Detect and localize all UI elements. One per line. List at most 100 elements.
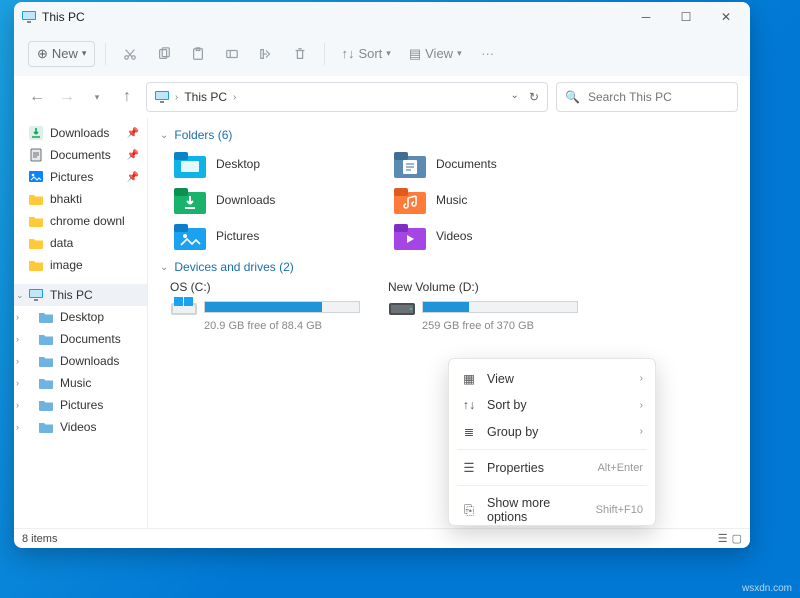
recent-button[interactable]: ▾ [86,86,108,108]
group-icon: ≣ [461,424,477,439]
minimize-button[interactable]: ─ [626,3,666,31]
folder-icon [38,331,54,347]
folder-item-desktop[interactable]: Desktop [170,148,370,180]
sidebar-item-label: This PC [50,288,93,302]
sidebar-item-label: Documents [60,332,121,346]
forward-button[interactable]: → [56,86,78,108]
folder-label: Videos [436,229,472,243]
chevron-right-icon[interactable]: › [16,422,19,432]
sort-button[interactable]: ↑↓ Sort ▾ [335,46,396,61]
address-dropdown-icon[interactable]: ⌄ [511,90,519,104]
chevron-right-icon[interactable]: › [16,400,19,410]
sidebar-item-image[interactable]: image [14,254,147,276]
rename-button[interactable] [218,39,246,69]
drive-item[interactable]: OS (C:) 20.9 GB free of 88.4 GB [170,280,360,332]
folders-group-header[interactable]: ⌄ Folders (6) [160,128,740,142]
details-view-button[interactable]: ☰ [718,532,728,545]
back-button[interactable]: ← [26,86,48,108]
sidebar-item-label: chrome downl [50,214,125,228]
ctx-show-more-options[interactable]: ⎘Show more optionsShift+F10 [455,490,649,530]
folder-item-videos[interactable]: Videos [390,220,590,252]
desktop-folder-icon [174,150,206,178]
ctx-sort-by[interactable]: ↑↓Sort by› [455,392,649,418]
sidebar-item-downloads[interactable]: › Downloads [14,350,147,372]
folder-item-music[interactable]: Music [390,184,590,216]
drives-group-label: Devices and drives (2) [174,260,293,274]
cut-button[interactable] [116,39,144,69]
breadcrumb[interactable]: This PC [184,90,227,104]
refresh-button[interactable]: ↻ [529,90,539,104]
sidebar-item-this-pc[interactable]: ⌄ This PC [14,284,147,306]
folder-icon [38,309,54,325]
close-button[interactable]: ✕ [706,3,746,31]
folder-item-pictures[interactable]: Pictures [170,220,370,252]
drive-icon [388,296,416,318]
folder-icon [28,257,44,273]
chevron-down-icon: ▾ [82,48,87,59]
search-input[interactable] [586,89,729,105]
ctx-item-label: Show more options [487,496,586,524]
sidebar-item-chrome-downl[interactable]: chrome downl [14,210,147,232]
ctx-item-label: Group by [487,425,630,439]
drive-item[interactable]: New Volume (D:) 259 GB free of 370 GB [388,280,578,332]
delete-button[interactable] [286,39,314,69]
more-button[interactable]: ··· [474,39,502,69]
new-button[interactable]: ⊕ New ▾ [28,41,95,67]
window-title: This PC [42,10,85,24]
search-box[interactable]: 🔍 [556,82,738,112]
view-label: View [425,46,453,61]
chevron-right-icon[interactable]: › [16,378,19,388]
folder-icon [28,235,44,251]
sidebar-item-music[interactable]: ›Music [14,372,147,394]
chevron-right-icon: › [640,400,643,411]
folder-icon [28,213,44,229]
folder-label: Pictures [216,229,259,243]
sidebar-item-videos[interactable]: › Videos [14,416,147,438]
sidebar-item-data[interactable]: data [14,232,147,254]
chevron-right-icon[interactable]: › [16,356,19,366]
sidebar-item-documents[interactable]: › Documents [14,328,147,350]
sidebar-item-label: bhakti [50,192,82,206]
up-button[interactable]: ↑ [116,86,138,108]
ctx-properties[interactable]: ☰PropertiesAlt+Enter [455,454,649,481]
copy-button[interactable] [150,39,178,69]
sidebar-item-pictures[interactable]: Pictures📌 [14,166,147,188]
address-bar[interactable]: › This PC › ⌄ ↻ [146,82,548,112]
ctx-view[interactable]: ▦View› [455,365,649,392]
chevron-down-icon[interactable]: ⌄ [16,290,24,301]
ctx-group-by[interactable]: ≣Group by› [455,418,649,445]
props-icon: ☰ [461,460,477,475]
sidebar-item-pictures[interactable]: › Pictures [14,394,147,416]
chevron-right-icon[interactable]: › [16,312,19,322]
chevron-down-icon: ⌄ [160,130,168,141]
chevron-right-icon[interactable]: › [16,334,19,344]
sidebar-item-label: Videos [60,420,96,434]
sidebar-item-label: Downloads [60,354,119,368]
sort-label: Sort [358,46,382,61]
sidebar-item-label: Pictures [60,398,103,412]
sidebar-item-label: Desktop [60,310,104,324]
large-icons-view-button[interactable]: ▢ [732,532,742,545]
sidebar-item-label: Downloads [50,126,109,140]
share-button[interactable] [252,39,280,69]
folder-item-downloads[interactable]: Downloads [170,184,370,216]
folder-icon [38,397,54,413]
doc-folder-icon [394,150,426,178]
sidebar-item-desktop[interactable]: › Desktop [14,306,147,328]
folder-icon [38,375,54,391]
sidebar-item-bhakti[interactable]: bhakti [14,188,147,210]
view-icon: ▤ [409,46,421,62]
maximize-button[interactable]: ☐ [666,3,706,31]
status-text: 8 items [22,533,57,545]
drives-group-header[interactable]: ⌄ Devices and drives (2) [160,260,740,274]
sidebar-item-downloads[interactable]: Downloads📌 [14,122,147,144]
folder-item-documents[interactable]: Documents [390,148,590,180]
sidebar-item-documents[interactable]: Documents📌 [14,144,147,166]
chevron-right-icon: › [640,373,643,384]
sidebar-item-label: Pictures [50,170,93,184]
pin-icon: 📌 [127,150,139,161]
view-button[interactable]: ▤ View ▾ [403,46,468,62]
more-icon: ⎘ [461,503,477,518]
paste-button[interactable] [184,39,212,69]
chevron-down-icon: ▾ [457,48,462,59]
